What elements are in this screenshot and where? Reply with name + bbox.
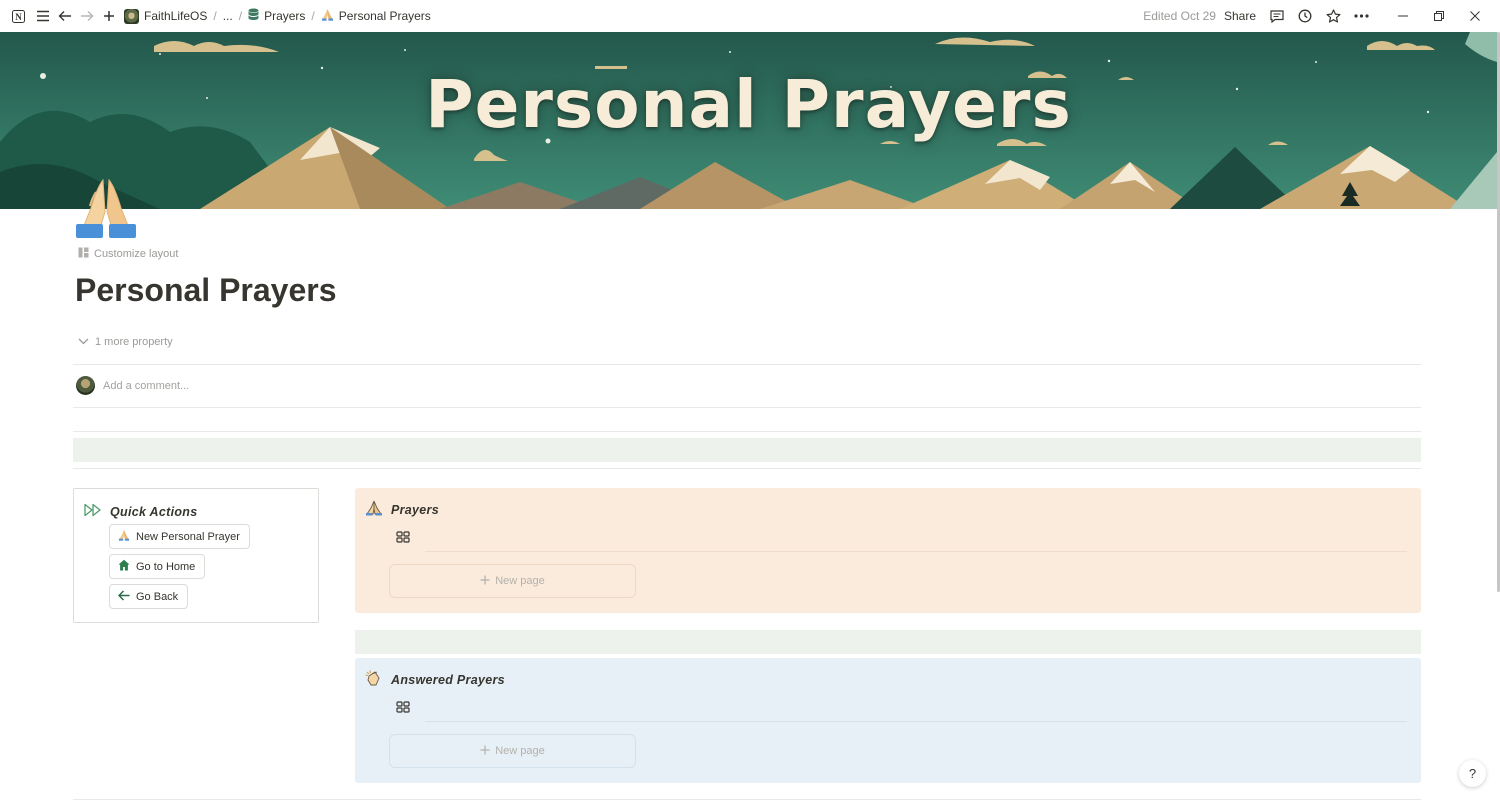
breadcrumb-label: Personal Prayers (338, 9, 431, 23)
breadcrumb-separator: / (213, 9, 217, 23)
breadcrumb-label: FaithLifeOS (144, 9, 208, 23)
back-arrow-icon[interactable] (54, 5, 76, 27)
answered-prayers-heading: Answered Prayers (365, 670, 505, 689)
breadcrumb-separator: / (311, 9, 315, 23)
workspace-icon (124, 8, 139, 24)
breadcrumb-item-ellipsis[interactable]: ... (219, 9, 237, 23)
plus-icon (480, 575, 490, 588)
restore-icon[interactable] (1428, 5, 1450, 27)
avatar (76, 376, 95, 395)
new-page-button[interactable]: New page (389, 564, 636, 598)
breadcrumb-label: Prayers (264, 9, 306, 23)
close-icon[interactable] (1464, 5, 1486, 27)
quick-actions-panel: Quick Actions New Personal Prayer Go to … (73, 488, 319, 623)
arrow-left-icon (117, 589, 130, 604)
view-divider (425, 721, 1407, 722)
folded-hands-icon (321, 8, 334, 24)
minimize-icon[interactable] (1392, 5, 1414, 27)
view-divider (425, 551, 1407, 552)
button-label: Go to Home (136, 560, 196, 573)
new-page-plus-icon[interactable] (98, 5, 120, 27)
more-dots-icon[interactable] (1350, 5, 1372, 27)
breadcrumb-separator: / (238, 9, 243, 23)
breadcrumb-label: ... (222, 9, 233, 23)
breadcrumb-item-workspace[interactable]: FaithLifeOS (120, 8, 211, 24)
divider (73, 468, 1421, 469)
fast-forward-icon (84, 503, 102, 520)
page-icon-folded-hands[interactable] (74, 176, 138, 240)
share-button[interactable]: Share (1224, 9, 1256, 23)
more-property-toggle[interactable]: 1 more property (78, 336, 173, 348)
forward-arrow-icon[interactable] (76, 5, 98, 27)
divider (73, 364, 1421, 365)
top-bar: N FaithLifeOS / ... / Prayers / Personal… (0, 0, 1500, 32)
new-page-label: New page (495, 575, 545, 587)
customize-layout-label: Customize layout (94, 248, 179, 260)
new-personal-prayer-button[interactable]: New Personal Prayer (109, 524, 250, 549)
new-page-label: New page (495, 745, 545, 757)
divider-band (73, 438, 1421, 462)
divider (73, 407, 1421, 408)
comments-icon[interactable] (1266, 5, 1288, 27)
layout-icon (78, 247, 89, 261)
divider (73, 431, 1421, 432)
sidebar-menu-icon[interactable] (32, 5, 54, 27)
clapping-hands-icon (365, 670, 383, 689)
gallery-view-icon[interactable] (396, 530, 410, 544)
comment-input[interactable]: Add a comment... (76, 376, 189, 395)
quick-actions-title: Quick Actions (110, 504, 198, 519)
answered-prayers-callout: Answered Prayers New page (355, 658, 1421, 783)
more-property-label: 1 more property (95, 336, 173, 348)
answered-prayers-title[interactable]: Answered Prayers (391, 673, 505, 687)
go-to-home-button[interactable]: Go to Home (109, 554, 206, 579)
breadcrumb: FaithLifeOS / ... / Prayers / Personal P… (120, 8, 435, 24)
divider-band (355, 630, 1421, 654)
house-icon (118, 559, 130, 574)
button-label: New Personal Prayer (136, 530, 240, 543)
notion-logo-icon[interactable]: N (7, 5, 29, 27)
quick-actions-heading: Quick Actions (84, 503, 197, 520)
favorite-star-icon[interactable] (1322, 5, 1344, 27)
button-label: Go Back (136, 590, 179, 603)
help-button[interactable]: ? (1459, 760, 1486, 787)
new-page-button[interactable]: New page (389, 734, 636, 768)
folded-hands-icon (118, 529, 130, 544)
help-icon: ? (1468, 766, 1477, 781)
edited-timestamp: Edited Oct 29 (1143, 9, 1216, 23)
history-clock-icon[interactable] (1294, 5, 1316, 27)
prayers-title[interactable]: Prayers (391, 503, 439, 517)
go-back-button[interactable]: Go Back (109, 584, 189, 609)
svg-text:N: N (15, 12, 22, 22)
top-bar-actions: Edited Oct 29 Share (1143, 0, 1500, 32)
customize-layout-button[interactable]: Customize layout (78, 247, 178, 261)
page-title[interactable]: Personal Prayers (75, 272, 337, 309)
cover-title: Personal Prayers (425, 65, 1072, 143)
gallery-view-icon[interactable] (396, 700, 410, 714)
breadcrumb-item-personal-prayers[interactable]: Personal Prayers (317, 8, 435, 24)
prayers-callout: Prayers New page (355, 488, 1421, 613)
praying-hands-icon (365, 500, 383, 519)
breadcrumb-item-prayers[interactable]: Prayers (244, 8, 309, 24)
plus-icon (480, 745, 490, 758)
chevron-down-icon (78, 336, 89, 348)
comment-placeholder: Add a comment... (103, 379, 190, 392)
prayers-heading: Prayers (365, 500, 439, 519)
page-cover[interactable]: Personal Prayers (0, 32, 1497, 209)
divider (73, 799, 1421, 800)
database-icon (248, 8, 259, 24)
